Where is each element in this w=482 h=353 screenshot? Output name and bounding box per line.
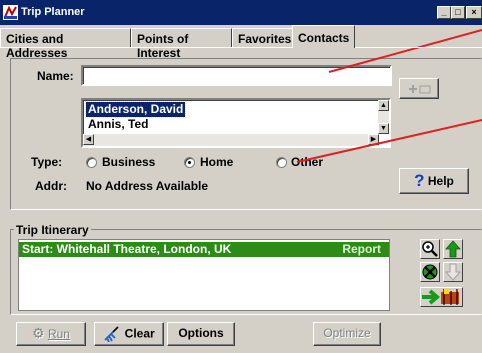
run-label: Run xyxy=(47,327,70,341)
close-button[interactable]: × xyxy=(466,6,482,19)
help-button[interactable]: ? Help xyxy=(399,168,469,194)
tab-divider xyxy=(0,47,482,48)
add-to-list-icon xyxy=(409,85,431,94)
trip-itinerary-label: Trip Itinerary xyxy=(14,223,91,237)
tab-label: Cities and Addresses xyxy=(6,32,68,60)
radio-home-label[interactable]: Home xyxy=(200,155,233,169)
itinerary-row[interactable]: Start: Whitehall Theatre, London, UK Rep… xyxy=(19,242,389,257)
type-label: Type: xyxy=(31,155,63,169)
radio-other[interactable] xyxy=(276,157,287,168)
tab-strip: Cities and Addresses Points of Interest … xyxy=(0,25,482,60)
list-item[interactable]: Anderson, David xyxy=(84,101,187,118)
clear-button[interactable]: Clear xyxy=(94,322,164,346)
addr-label: Addr: xyxy=(35,179,67,193)
add-stop-icon xyxy=(422,289,459,305)
remove-stop-button[interactable] xyxy=(420,262,440,282)
magnifier-icon xyxy=(422,241,438,257)
horizontal-scrollbar[interactable]: ◀ ▶ xyxy=(83,134,379,146)
tab-points-of-interest[interactable]: Points of Interest xyxy=(131,28,232,60)
vertical-scrollbar[interactable]: ▲ ▼ xyxy=(378,100,389,134)
broom-icon xyxy=(104,326,119,343)
arrow-up-icon xyxy=(445,240,461,258)
trip-planner-window: Trip Planner _ □ × Cities and Addresses … xyxy=(0,0,482,353)
radio-other-label[interactable]: Other xyxy=(291,155,323,169)
help-icon: ? xyxy=(414,170,425,190)
run-button[interactable]: ⚙ Run xyxy=(16,322,86,346)
minimize-button[interactable]: _ xyxy=(437,6,451,19)
itinerary-stop-text: Start: Whitehall Theatre, London, UK xyxy=(22,242,232,256)
radio-business-label[interactable]: Business xyxy=(102,155,155,169)
name-label: Name: xyxy=(37,69,74,83)
radio-home[interactable] xyxy=(184,157,195,168)
zoom-to-stop-button[interactable] xyxy=(420,239,440,259)
tab-contacts[interactable]: Contacts xyxy=(292,25,355,48)
maximize-button[interactable]: □ xyxy=(451,6,465,19)
tab-cities-and-addresses[interactable]: Cities and Addresses xyxy=(0,28,131,60)
add-stop-button[interactable] xyxy=(420,287,463,307)
options-label: Options xyxy=(178,326,224,340)
remove-icon xyxy=(422,264,438,280)
radio-business[interactable] xyxy=(86,157,97,168)
addr-value: No Address Available xyxy=(86,179,209,193)
scroll-left-icon[interactable]: ◀ xyxy=(83,134,94,145)
scroll-right-icon[interactable]: ▶ xyxy=(368,134,379,145)
itinerary-listbox[interactable]: Start: Whitehall Theatre, London, UK Rep… xyxy=(18,239,390,311)
scroll-down-icon[interactable]: ▼ xyxy=(378,123,389,134)
add-contact-button[interactable] xyxy=(399,78,439,99)
options-button[interactable]: Options xyxy=(167,322,235,346)
title-bar[interactable]: Trip Planner _ □ × xyxy=(0,0,482,25)
arrow-down-icon xyxy=(444,263,462,281)
help-label: Help xyxy=(427,173,454,188)
name-input[interactable] xyxy=(81,65,392,86)
app-icon xyxy=(3,5,18,20)
scroll-up-icon[interactable]: ▲ xyxy=(378,100,389,111)
tab-label: Points of Interest xyxy=(137,32,189,60)
contacts-listbox[interactable]: Anderson, David Annis, Ted ▲ ▼ ◀ ▶ xyxy=(81,98,391,148)
optimize-label: Optimize xyxy=(323,326,371,340)
move-down-button[interactable] xyxy=(443,262,463,282)
clear-label: Clear xyxy=(124,326,155,341)
report-link[interactable]: Report xyxy=(342,242,381,257)
window-title: Trip Planner xyxy=(21,6,85,18)
tab-label: Contacts xyxy=(298,31,350,45)
move-up-button[interactable] xyxy=(443,239,463,259)
tab-label: Favorites xyxy=(238,32,292,46)
tab-favorites[interactable]: Favorites xyxy=(232,28,293,48)
list-item[interactable]: Annis, Ted xyxy=(86,117,150,132)
optimize-button[interactable]: Optimize xyxy=(313,322,381,346)
run-icon: ⚙ xyxy=(32,325,45,341)
